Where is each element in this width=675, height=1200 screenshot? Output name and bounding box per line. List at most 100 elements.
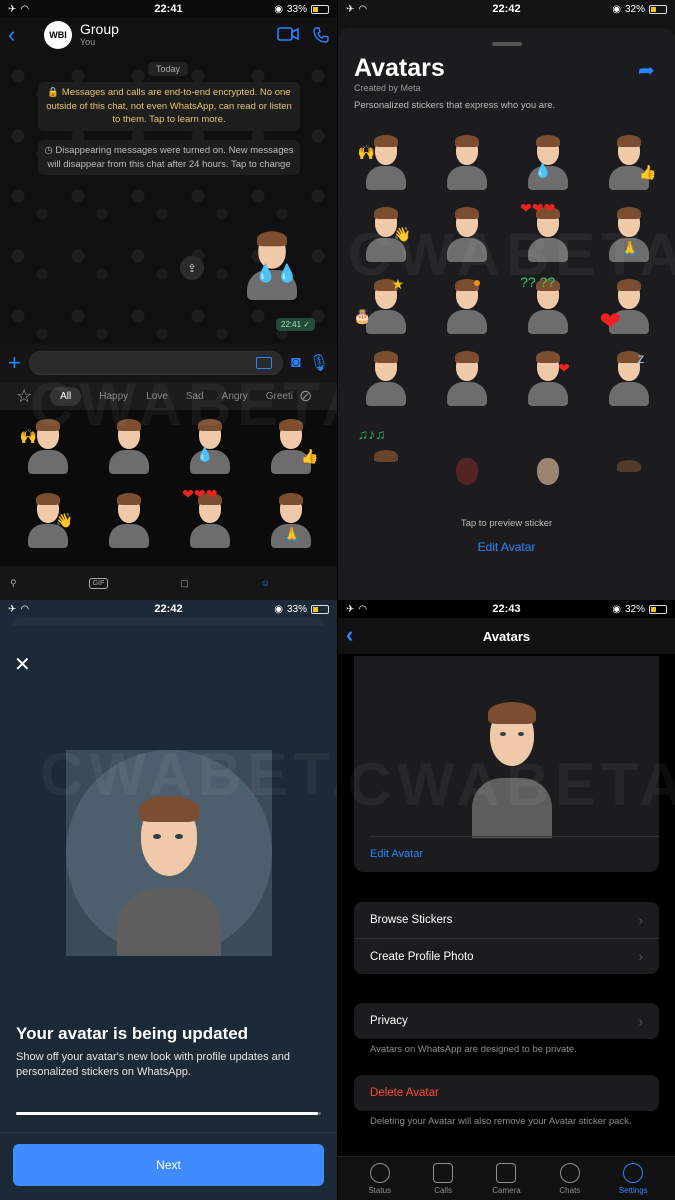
chat-screen: ✈ ◠ 22:41 ◉ 33% ‹ WBI Group You Today 🔒 Me…	[0, 0, 337, 600]
camera-icon	[496, 1162, 517, 1183]
tab-label: Chats	[559, 1185, 581, 1195]
sticker-thumbs-up[interactable]: 👍	[601, 134, 657, 194]
sticker-crying[interactable]: 💧	[520, 134, 574, 194]
category-greetings[interactable]: Greeti	[266, 391, 293, 402]
category-love[interactable]: Love	[146, 391, 168, 402]
sticker-sleepy[interactable]: z	[601, 350, 655, 410]
edit-avatar-link[interactable]: Edit Avatar	[370, 848, 423, 860]
sticker-partial-1[interactable]	[439, 422, 493, 485]
create-profile-photo-row[interactable]: Create Profile Photo ›	[354, 938, 659, 974]
attach-plus-icon[interactable]: +	[8, 350, 21, 376]
microphone-icon[interactable]: 🎙	[309, 353, 329, 373]
sticker-balloon[interactable]: ●	[439, 274, 493, 338]
disappearing-notice[interactable]: ◷ Disappearing messages were turned on. …	[38, 140, 300, 175]
sticker-thinking[interactable]	[358, 350, 412, 410]
encryption-notice[interactable]: 🔒 Messages and calls are end-to-end encr…	[38, 82, 300, 131]
avatar-sticker-icon[interactable]: ☺	[261, 578, 270, 588]
sticker-broken-heart[interactable]: ❤	[599, 278, 655, 338]
sticker-icon[interactable]: ▢	[180, 578, 189, 589]
update-description: Show off your avatar's new look with pro…	[16, 1051, 291, 1078]
tab-status[interactable]: Status	[355, 1162, 405, 1195]
sticker-wave[interactable]: 👋	[20, 492, 74, 552]
status-time: 22:42	[154, 603, 183, 615]
sticker-serious[interactable]	[101, 492, 155, 552]
group-title[interactable]: Group You	[80, 21, 119, 47]
group-subtitle: You	[80, 36, 96, 47]
tab-chats[interactable]: Chats	[545, 1162, 595, 1195]
status-bar: ✈ ◠ 22:43 ◉ 32%	[338, 600, 675, 618]
delete-note: Deleting your Avatar will also remove yo…	[370, 1116, 632, 1127]
privacy-label: Privacy	[370, 1015, 408, 1027]
tab-camera[interactable]: Camera	[481, 1162, 531, 1195]
back-icon[interactable]: ‹	[8, 22, 30, 48]
sticker-question[interactable]: ?? ??	[520, 274, 574, 338]
search-circle-icon[interactable]: ⊘	[299, 386, 312, 406]
favorites-star-icon[interactable]: ☆	[16, 386, 32, 407]
voice-call-icon[interactable]	[313, 27, 329, 43]
tab-settings[interactable]: Settings	[608, 1162, 658, 1195]
sticker-hearts[interactable]: ❤❤❤	[182, 486, 236, 552]
battery-icon	[311, 604, 329, 614]
sticker-wave[interactable]: 👋	[358, 206, 412, 266]
tab-label: Camera	[492, 1185, 521, 1195]
sticker-cheer[interactable]: 🙌	[20, 418, 74, 478]
edit-avatar-link[interactable]: Edit Avatar	[338, 540, 675, 554]
gear-icon	[623, 1162, 644, 1183]
sticker-cheer[interactable]: 🙌	[358, 134, 412, 194]
close-icon[interactable]: ✕	[14, 652, 31, 677]
sticker-serious[interactable]	[439, 206, 493, 266]
sheet-top-edge	[12, 618, 324, 626]
tears-icon: 💧💧	[254, 262, 299, 283]
sheet-grabber[interactable]	[492, 42, 522, 46]
sticker-thumbs-up[interactable]: 👍	[263, 418, 319, 478]
tab-calls[interactable]: Calls	[418, 1162, 468, 1195]
back-icon[interactable]: ‹	[346, 622, 368, 648]
privacy-row[interactable]: Privacy ›	[354, 1003, 659, 1039]
status-bar: ✈ ◠ 22:42 ◉ 33%	[0, 600, 337, 618]
keyboard-icon[interactable]	[256, 357, 273, 369]
sticker-neutral[interactable]	[439, 134, 493, 194]
sticker-grid: 🙌 💧 👍 👋 ❤❤❤ 🙏 🎂 ★ ● ?? ?? ❤ ❤ z ♫♪♫	[338, 134, 675, 485]
browse-stickers-row[interactable]: Browse Stickers ›	[354, 902, 659, 938]
search-icon[interactable]: ⚲	[10, 578, 17, 589]
camera-icon[interactable]: ◙	[291, 354, 301, 372]
preview-hint: Tap to preview sticker	[460, 518, 553, 529]
divider	[0, 1132, 337, 1133]
create-profile-photo-label: Create Profile Photo	[370, 950, 474, 963]
gif-tab[interactable]: GIF	[88, 577, 109, 589]
share-icon[interactable]: ➦	[638, 58, 655, 83]
message-input[interactable]	[28, 351, 284, 375]
status-bar: ✈ ◠ 22:42 ◉ 32%	[338, 0, 675, 18]
sticker-music[interactable]: ♫♪♫	[358, 422, 412, 482]
sticker-partial-3[interactable]	[601, 422, 655, 482]
group-name: Group	[80, 21, 119, 38]
avatar-figure	[117, 790, 221, 956]
sticker-grid: 🙌 💧 👍 👋 ❤❤❤ 🙏	[0, 418, 337, 552]
category-happy[interactable]: Happy	[99, 391, 128, 402]
video-call-icon[interactable]	[277, 27, 299, 41]
group-avatar[interactable]: WBI	[44, 21, 72, 49]
delete-avatar-row[interactable]: Delete Avatar	[354, 1075, 659, 1111]
sticker-pray[interactable]: 🙏	[263, 492, 317, 552]
avatar-updating-screen: ✈ ◠ 22:42 ◉ 33% ✕ Your avatar is being upd…	[0, 600, 337, 1200]
sticker-pray[interactable]: 🙏	[601, 206, 655, 266]
category-sad[interactable]: Sad	[186, 391, 204, 402]
forward-icon[interactable]: ⇪	[180, 256, 204, 280]
sticker-neutral[interactable]	[101, 418, 155, 478]
sticker-crying[interactable]: 💧	[182, 418, 236, 478]
tab-label: Settings	[618, 1185, 648, 1195]
next-button[interactable]: Next	[13, 1144, 324, 1186]
privacy-note: Avatars on WhatsApp are designed to be p…	[370, 1044, 577, 1055]
status-time: 22:43	[492, 603, 521, 615]
avatar-sticker-sheet-screen: ✈ ◠ 22:42 ◉ 32% Avatars ➦ Created by Meta …	[338, 0, 675, 600]
sticker-birthday[interactable]: 🎂 ★	[354, 276, 412, 338]
sticker-blow-kiss[interactable]: ❤	[520, 350, 574, 410]
category-all[interactable]: All	[50, 386, 82, 406]
sticker-categories: ☆ All Happy Love Sad Angry Greeti ⊘	[0, 382, 337, 410]
sticker-calm[interactable]	[439, 350, 493, 410]
sticker-partial-2[interactable]	[520, 422, 574, 485]
sent-sticker[interactable]: 💧💧	[228, 230, 300, 312]
sticker-hearts[interactable]: ❤❤❤	[520, 200, 574, 266]
category-angry[interactable]: Angry	[222, 391, 248, 402]
sticker-options-group: Browse Stickers › Create Profile Photo ›	[354, 902, 659, 974]
